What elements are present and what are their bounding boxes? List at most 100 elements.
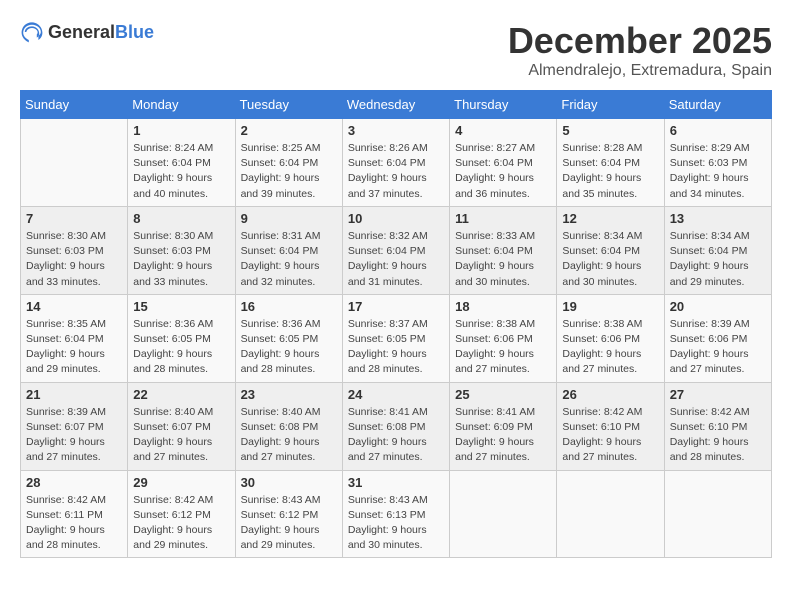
day-detail: Sunrise: 8:30 AM Sunset: 6:03 PM Dayligh… bbox=[133, 229, 229, 290]
page-header: GeneralBlue December 2025 Almendralejo, … bbox=[20, 20, 772, 80]
day-number: 28 bbox=[26, 475, 122, 490]
weekday-header-monday: Monday bbox=[128, 91, 235, 119]
weekday-header-tuesday: Tuesday bbox=[235, 91, 342, 119]
day-detail: Sunrise: 8:34 AM Sunset: 6:04 PM Dayligh… bbox=[562, 229, 658, 290]
day-detail: Sunrise: 8:43 AM Sunset: 6:13 PM Dayligh… bbox=[348, 493, 444, 554]
day-number: 24 bbox=[348, 387, 444, 402]
day-detail: Sunrise: 8:42 AM Sunset: 6:11 PM Dayligh… bbox=[26, 493, 122, 554]
day-detail: Sunrise: 8:36 AM Sunset: 6:05 PM Dayligh… bbox=[133, 317, 229, 378]
calendar-cell: 31 Sunrise: 8:43 AM Sunset: 6:13 PM Dayli… bbox=[342, 470, 449, 558]
day-detail: Sunrise: 8:30 AM Sunset: 6:03 PM Dayligh… bbox=[26, 229, 122, 290]
calendar-cell: 16Sunrise: 8:36 AM Sunset: 6:05 PM Dayli… bbox=[235, 294, 342, 382]
day-number: 18 bbox=[455, 299, 551, 314]
day-number: 2 bbox=[241, 123, 337, 138]
calendar-cell: 3Sunrise: 8:26 AM Sunset: 6:04 PM Daylig… bbox=[342, 119, 449, 207]
title-block: December 2025 Almendralejo, Extremadura,… bbox=[508, 20, 772, 80]
day-number: 30 bbox=[241, 475, 337, 490]
calendar-cell: 8 Sunrise: 8:30 AM Sunset: 6:03 PM Daylig… bbox=[128, 206, 235, 294]
day-detail: Sunrise: 8:40 AM Sunset: 6:07 PM Dayligh… bbox=[133, 405, 229, 466]
day-detail: Sunrise: 8:32 AM Sunset: 6:04 PM Dayligh… bbox=[348, 229, 444, 290]
day-number: 15 bbox=[133, 299, 229, 314]
day-detail: Sunrise: 8:24 AM Sunset: 6:04 PM Dayligh… bbox=[133, 141, 229, 202]
day-detail: Sunrise: 8:34 AM Sunset: 6:04 PM Dayligh… bbox=[670, 229, 766, 290]
week-row-1: 1 Sunrise: 8:24 AM Sunset: 6:04 PM Daylig… bbox=[21, 119, 772, 207]
day-number: 11 bbox=[455, 211, 551, 226]
calendar-cell: 24Sunrise: 8:41 AM Sunset: 6:08 PM Dayli… bbox=[342, 382, 449, 470]
day-number: 29 bbox=[133, 475, 229, 490]
day-detail: Sunrise: 8:39 AM Sunset: 6:07 PM Dayligh… bbox=[26, 405, 122, 466]
calendar-cell: 13 Sunrise: 8:34 AM Sunset: 6:04 PM Dayli… bbox=[664, 206, 771, 294]
day-number: 14 bbox=[26, 299, 122, 314]
calendar-cell: 22 Sunrise: 8:40 AM Sunset: 6:07 PM Dayli… bbox=[128, 382, 235, 470]
day-detail: Sunrise: 8:37 AM Sunset: 6:05 PM Dayligh… bbox=[348, 317, 444, 378]
calendar-cell: 27Sunrise: 8:42 AM Sunset: 6:10 PM Dayli… bbox=[664, 382, 771, 470]
day-number: 26 bbox=[562, 387, 658, 402]
week-row-2: 7Sunrise: 8:30 AM Sunset: 6:03 PM Daylig… bbox=[21, 206, 772, 294]
calendar-cell: 14 Sunrise: 8:35 AM Sunset: 6:04 PM Dayli… bbox=[21, 294, 128, 382]
calendar-cell: 2 Sunrise: 8:25 AM Sunset: 6:04 PM Daylig… bbox=[235, 119, 342, 207]
week-row-4: 21 Sunrise: 8:39 AM Sunset: 6:07 PM Dayli… bbox=[21, 382, 772, 470]
weekday-header-thursday: Thursday bbox=[450, 91, 557, 119]
day-number: 13 bbox=[670, 211, 766, 226]
calendar-cell: 17Sunrise: 8:37 AM Sunset: 6:05 PM Dayli… bbox=[342, 294, 449, 382]
day-detail: Sunrise: 8:42 AM Sunset: 6:10 PM Dayligh… bbox=[562, 405, 658, 466]
day-detail: Sunrise: 8:33 AM Sunset: 6:04 PM Dayligh… bbox=[455, 229, 551, 290]
calendar-cell: 9 Sunrise: 8:31 AM Sunset: 6:04 PM Daylig… bbox=[235, 206, 342, 294]
day-number: 6 bbox=[670, 123, 766, 138]
calendar-cell: 19 Sunrise: 8:38 AM Sunset: 6:06 PM Dayli… bbox=[557, 294, 664, 382]
week-row-5: 28 Sunrise: 8:42 AM Sunset: 6:11 PM Dayli… bbox=[21, 470, 772, 558]
calendar-cell bbox=[664, 470, 771, 558]
calendar-cell: 28 Sunrise: 8:42 AM Sunset: 6:11 PM Dayli… bbox=[21, 470, 128, 558]
calendar-cell: 30 Sunrise: 8:43 AM Sunset: 6:12 PM Dayli… bbox=[235, 470, 342, 558]
day-number: 4 bbox=[455, 123, 551, 138]
day-number: 16 bbox=[241, 299, 337, 314]
day-detail: Sunrise: 8:42 AM Sunset: 6:10 PM Dayligh… bbox=[670, 405, 766, 466]
day-number: 25 bbox=[455, 387, 551, 402]
day-detail: Sunrise: 8:29 AM Sunset: 6:03 PM Dayligh… bbox=[670, 141, 766, 202]
day-number: 19 bbox=[562, 299, 658, 314]
day-detail: Sunrise: 8:35 AM Sunset: 6:04 PM Dayligh… bbox=[26, 317, 122, 378]
weekday-header-saturday: Saturday bbox=[664, 91, 771, 119]
day-detail: Sunrise: 8:40 AM Sunset: 6:08 PM Dayligh… bbox=[241, 405, 337, 466]
day-detail: Sunrise: 8:25 AM Sunset: 6:04 PM Dayligh… bbox=[241, 141, 337, 202]
day-detail: Sunrise: 8:28 AM Sunset: 6:04 PM Dayligh… bbox=[562, 141, 658, 202]
day-detail: Sunrise: 8:38 AM Sunset: 6:06 PM Dayligh… bbox=[455, 317, 551, 378]
calendar-cell: 29 Sunrise: 8:42 AM Sunset: 6:12 PM Dayli… bbox=[128, 470, 235, 558]
calendar-cell bbox=[21, 119, 128, 207]
month-title: December 2025 bbox=[508, 20, 772, 62]
calendar-cell: 4Sunrise: 8:27 AM Sunset: 6:04 PM Daylig… bbox=[450, 119, 557, 207]
day-detail: Sunrise: 8:41 AM Sunset: 6:09 PM Dayligh… bbox=[455, 405, 551, 466]
day-number: 20 bbox=[670, 299, 766, 314]
calendar-cell: 21 Sunrise: 8:39 AM Sunset: 6:07 PM Dayli… bbox=[21, 382, 128, 470]
day-detail: Sunrise: 8:43 AM Sunset: 6:12 PM Dayligh… bbox=[241, 493, 337, 554]
logo-icon bbox=[20, 20, 44, 44]
day-number: 3 bbox=[348, 123, 444, 138]
weekday-header-sunday: Sunday bbox=[21, 91, 128, 119]
calendar-cell: 25 Sunrise: 8:41 AM Sunset: 6:09 PM Dayli… bbox=[450, 382, 557, 470]
day-number: 1 bbox=[133, 123, 229, 138]
day-detail: Sunrise: 8:31 AM Sunset: 6:04 PM Dayligh… bbox=[241, 229, 337, 290]
day-detail: Sunrise: 8:42 AM Sunset: 6:12 PM Dayligh… bbox=[133, 493, 229, 554]
calendar-cell: 26 Sunrise: 8:42 AM Sunset: 6:10 PM Dayli… bbox=[557, 382, 664, 470]
day-number: 5 bbox=[562, 123, 658, 138]
calendar-cell: 11 Sunrise: 8:33 AM Sunset: 6:04 PM Dayli… bbox=[450, 206, 557, 294]
day-number: 23 bbox=[241, 387, 337, 402]
calendar-cell bbox=[450, 470, 557, 558]
day-number: 31 bbox=[348, 475, 444, 490]
day-detail: Sunrise: 8:38 AM Sunset: 6:06 PM Dayligh… bbox=[562, 317, 658, 378]
day-number: 22 bbox=[133, 387, 229, 402]
day-number: 10 bbox=[348, 211, 444, 226]
location-title: Almendralejo, Extremadura, Spain bbox=[508, 62, 772, 80]
day-number: 8 bbox=[133, 211, 229, 226]
calendar-cell: 15 Sunrise: 8:36 AM Sunset: 6:05 PM Dayli… bbox=[128, 294, 235, 382]
logo-blue-text: Blue bbox=[115, 22, 154, 42]
day-number: 12 bbox=[562, 211, 658, 226]
calendar-cell: 18 Sunrise: 8:38 AM Sunset: 6:06 PM Dayli… bbox=[450, 294, 557, 382]
day-number: 21 bbox=[26, 387, 122, 402]
calendar-table: SundayMondayTuesdayWednesdayThursdayFrid… bbox=[20, 90, 772, 558]
calendar-cell: 1 Sunrise: 8:24 AM Sunset: 6:04 PM Daylig… bbox=[128, 119, 235, 207]
day-number: 9 bbox=[241, 211, 337, 226]
week-row-3: 14 Sunrise: 8:35 AM Sunset: 6:04 PM Dayli… bbox=[21, 294, 772, 382]
logo: GeneralBlue bbox=[20, 20, 154, 44]
calendar-cell: 6 Sunrise: 8:29 AM Sunset: 6:03 PM Daylig… bbox=[664, 119, 771, 207]
